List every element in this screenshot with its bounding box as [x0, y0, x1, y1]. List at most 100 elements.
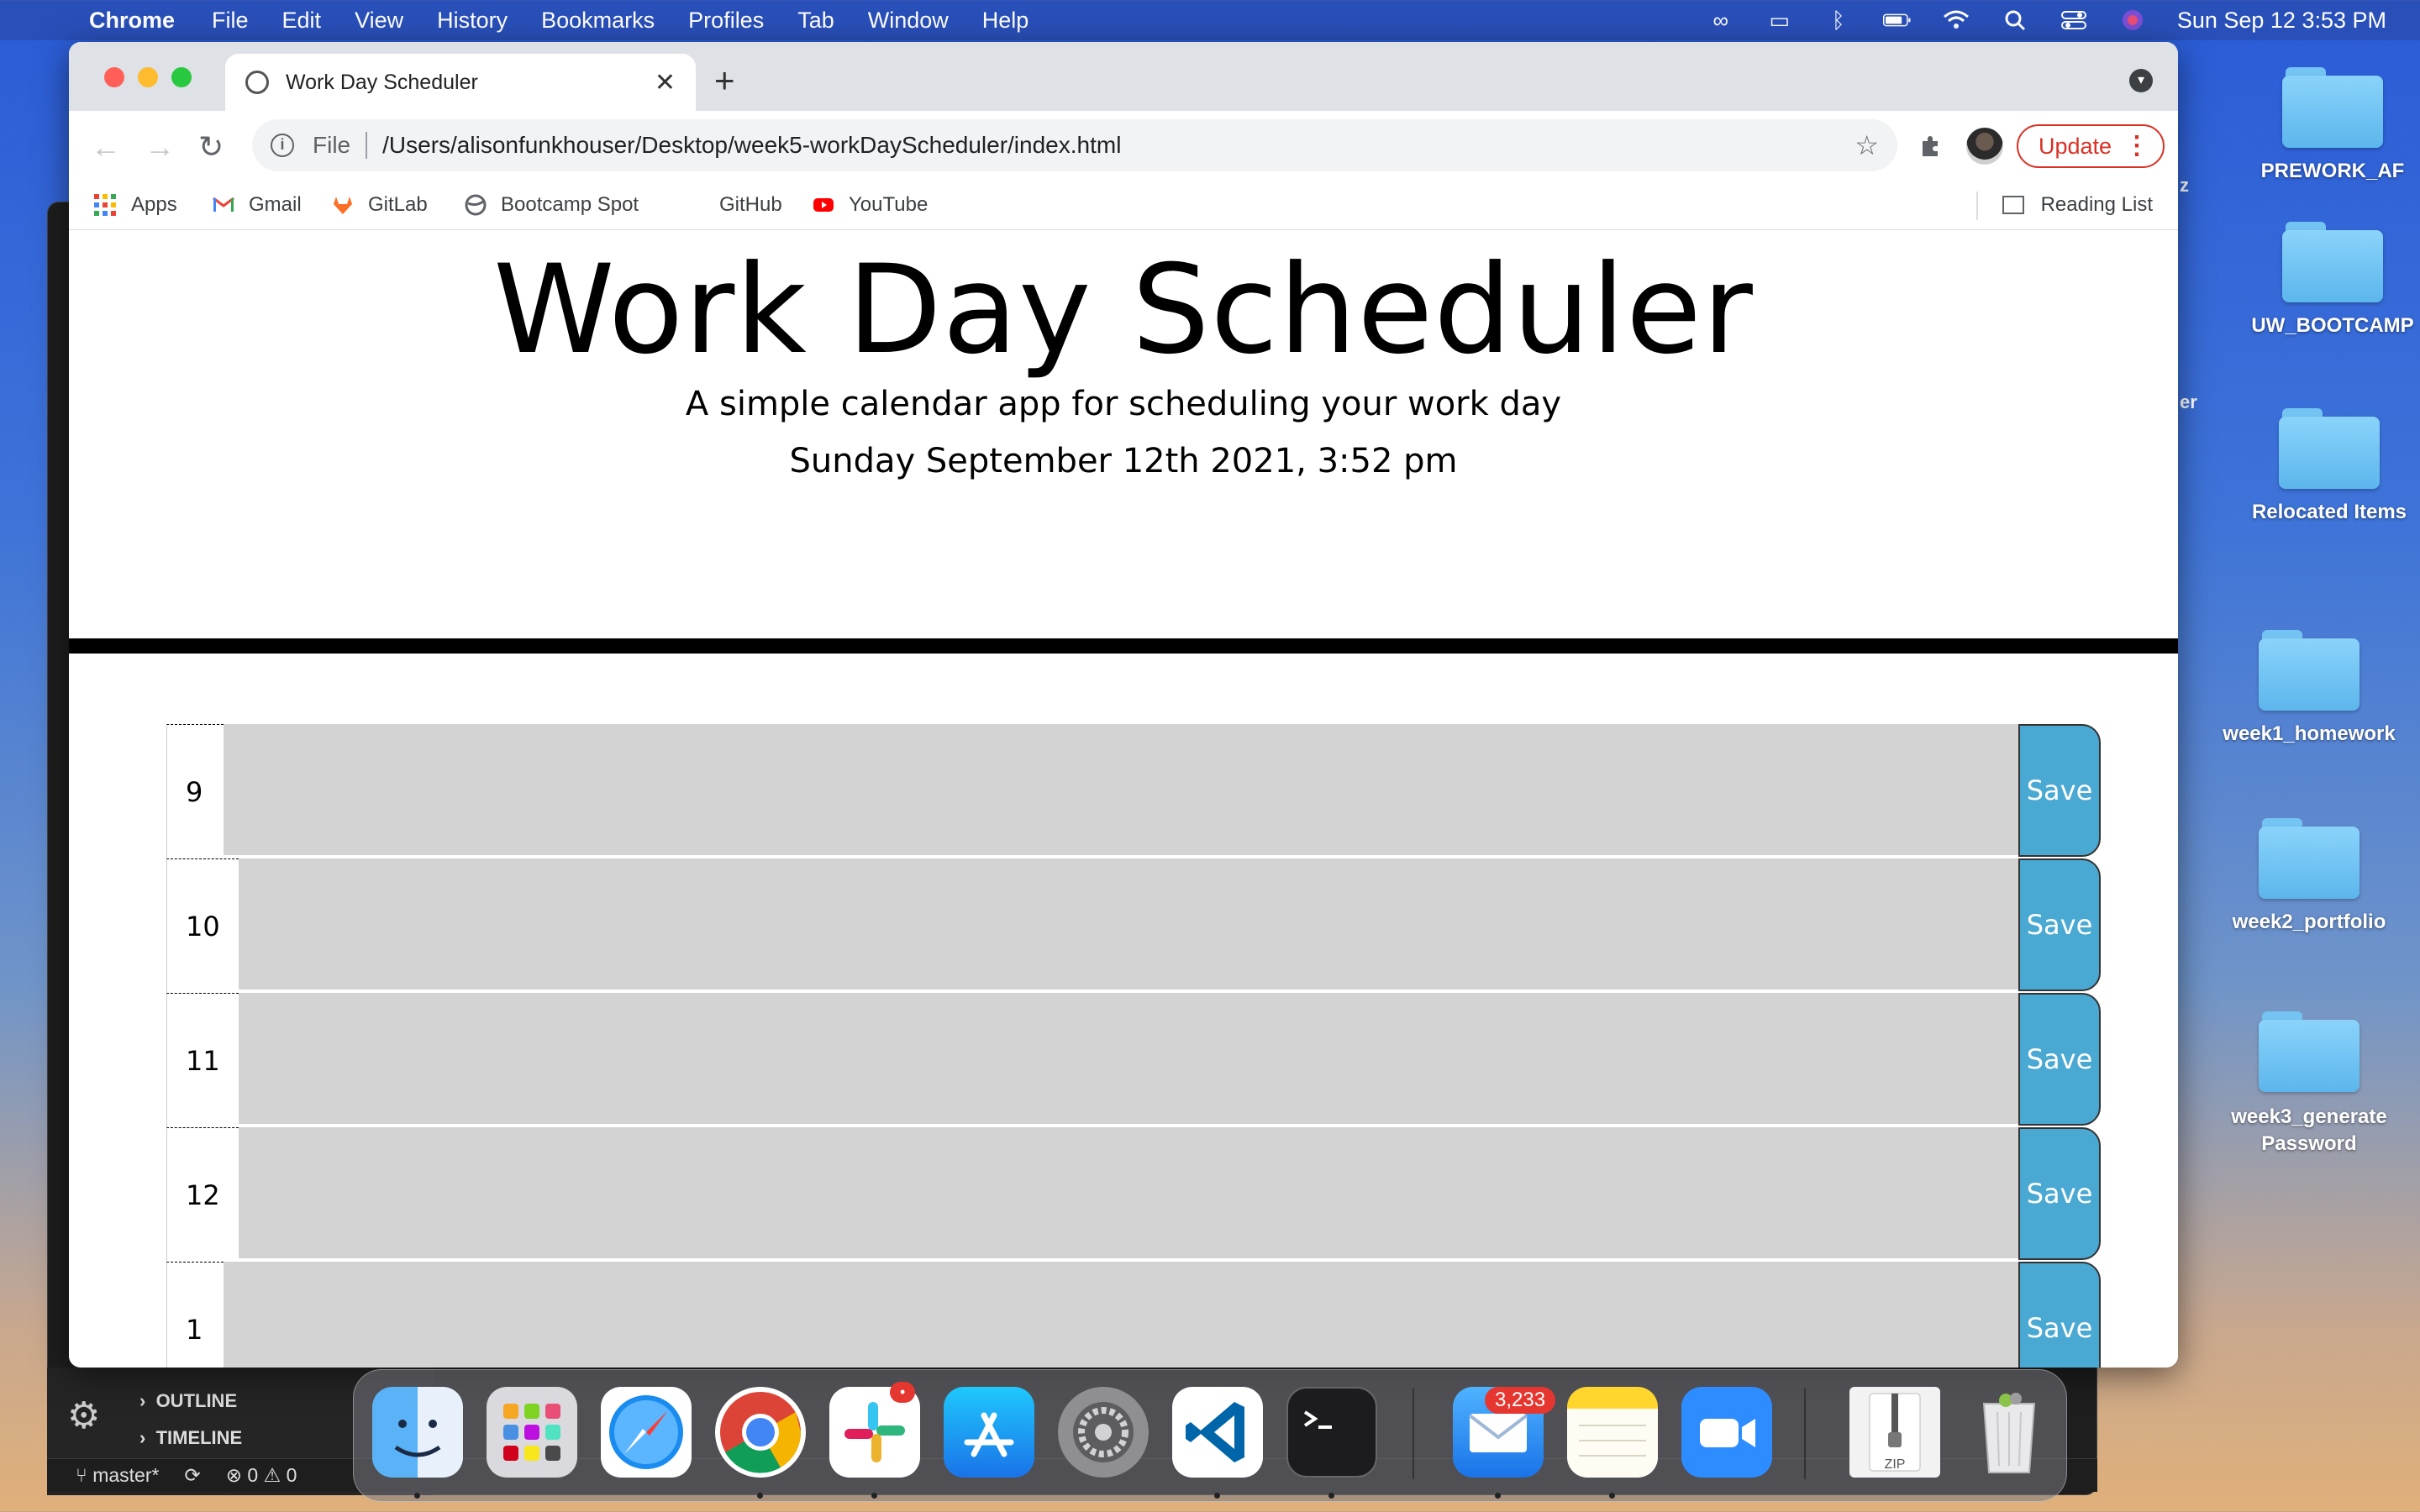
new-tab-button[interactable]: +: [714, 60, 735, 101]
sync-icon[interactable]: ⟳: [184, 1464, 200, 1487]
wifi-icon[interactable]: [1942, 8, 1970, 32]
bookmark-star-icon[interactable]: ☆: [1854, 129, 1879, 161]
zoom-camera-icon: [1700, 1419, 1755, 1447]
desktop-folder-week3[interactable]: week3_generatePassword: [2217, 1011, 2402, 1158]
vscode-problems[interactable]: ⊗ 0 ⚠ 0: [226, 1464, 297, 1487]
desktop-folder-label: UW_BOOTCAMP: [2251, 314, 2414, 337]
siri-icon[interactable]: [2118, 8, 2147, 32]
dock-app-store[interactable]: [944, 1387, 1034, 1478]
description-textarea[interactable]: [224, 1262, 2018, 1368]
dock-archive[interactable]: ZIP: [1849, 1387, 1940, 1478]
folder-icon: [2259, 1011, 2360, 1092]
update-label: Update: [2039, 133, 2112, 159]
running-indicator: [871, 1493, 877, 1499]
notes-icon: [1579, 1425, 1646, 1457]
description-textarea[interactable]: [239, 993, 2018, 1126]
tab-search-icon[interactable]: ▾: [2129, 69, 2153, 92]
dock-zoom[interactable]: [1681, 1387, 1772, 1478]
dock-vscode[interactable]: [1172, 1387, 1263, 1478]
menu-app-name[interactable]: Chrome: [89, 8, 175, 34]
description-textarea[interactable]: [239, 1127, 2018, 1260]
dock-trash[interactable]: [1964, 1387, 2054, 1478]
folder-icon: [2282, 222, 2383, 302]
forward-arrow-icon[interactable]: →: [145, 129, 175, 165]
vscode-gear-icon[interactable]: ⚙: [67, 1394, 100, 1437]
dock-separator: [1413, 1389, 1414, 1479]
jumbotron-header: Work Day Scheduler A simple calendar app…: [69, 230, 2178, 654]
close-window-button[interactable]: [104, 67, 124, 87]
display-icon[interactable]: ▭: [1765, 8, 1794, 33]
warning-icon: ⚠: [263, 1464, 281, 1486]
save-button[interactable]: Save: [2018, 858, 2101, 991]
bookmark-bootcamp-spot[interactable]: Bootcamp Spot: [464, 193, 639, 217]
dock-safari[interactable]: [601, 1387, 692, 1478]
back-arrow-icon[interactable]: ←: [91, 129, 121, 165]
save-button[interactable]: Save: [2018, 993, 2101, 1126]
desktop-partial-label: z: [2180, 175, 2189, 196]
save-button[interactable]: Save: [2018, 1262, 2101, 1368]
menu-edit[interactable]: Edit: [282, 8, 322, 34]
save-button[interactable]: Save: [2018, 724, 2101, 857]
bookmark-gmail[interactable]: Gmail: [212, 193, 302, 217]
menu-history[interactable]: History: [437, 8, 508, 34]
desktop-folder-relocated-items[interactable]: Relocated Items: [2237, 408, 2420, 524]
page-lead: A simple calendar app for scheduling you…: [685, 385, 1562, 423]
creative-cloud-icon[interactable]: ∞: [1707, 8, 1735, 33]
menu-tab[interactable]: Tab: [797, 8, 834, 34]
reading-list-button[interactable]: Reading List: [2002, 193, 2153, 217]
browser-tab-active[interactable]: Work Day Scheduler ✕: [225, 54, 696, 111]
description-textarea[interactable]: [224, 724, 2018, 857]
info-icon[interactable]: i: [271, 134, 294, 157]
menu-profiles[interactable]: Profiles: [688, 8, 764, 34]
menu-help[interactable]: Help: [982, 8, 1029, 34]
minimize-window-button[interactable]: [138, 67, 158, 87]
dock-chrome[interactable]: [715, 1387, 806, 1478]
dock-launchpad[interactable]: [487, 1387, 577, 1478]
bookmarks-divider: [1976, 192, 1978, 220]
bookmark-apps[interactable]: Apps: [94, 193, 177, 217]
menu-window[interactable]: Window: [868, 8, 949, 34]
launchpad-grid-icon: [503, 1404, 560, 1461]
dock-finder[interactable]: [372, 1387, 463, 1478]
gmail-icon: [213, 197, 234, 212]
address-divider: [366, 132, 368, 159]
tab-strip: Work Day Scheduler ✕ + ▾: [69, 42, 2178, 111]
profile-avatar[interactable]: [1966, 128, 2003, 165]
dock-terminal[interactable]: [1286, 1387, 1377, 1478]
bookmark-github[interactable]: GitHub: [719, 193, 782, 217]
battery-icon[interactable]: [1882, 8, 1912, 32]
dock-notes[interactable]: [1567, 1387, 1658, 1478]
vscode-branch[interactable]: ⑂ master*: [76, 1464, 159, 1487]
menu-file[interactable]: File: [212, 8, 249, 34]
current-day: Sunday September 12th 2021, 3:52 pm: [789, 442, 1458, 480]
menu-clock[interactable]: Sun Sep 12 3:53 PM: [2177, 8, 2386, 34]
dock-separator: [1804, 1389, 1806, 1479]
save-button[interactable]: Save: [2018, 1127, 2101, 1260]
extensions-puzzle-icon[interactable]: [1918, 133, 1944, 166]
update-chrome-button[interactable]: Update ⋮: [2017, 124, 2165, 168]
desktop-folder-week1[interactable]: week1_homework: [2217, 630, 2402, 746]
desktop-folder-prework[interactable]: PREWORK_AF: [2240, 67, 2420, 183]
spotlight-search-icon[interactable]: [2001, 8, 2029, 32]
description-textarea[interactable]: [239, 858, 2018, 991]
gitlab-icon: [334, 197, 352, 214]
address-url[interactable]: /Users/alisonfunkhouser/Desktop/week5-wo…: [382, 132, 1121, 159]
address-bar[interactable]: i File /Users/alisonfunkhouser/Desktop/w…: [252, 119, 1897, 171]
youtube-icon: [813, 198, 834, 212]
desktop-folder-week2[interactable]: week2_portfolio: [2217, 818, 2402, 934]
reload-icon[interactable]: ↻: [198, 129, 224, 165]
dock-system-preferences[interactable]: [1058, 1387, 1149, 1478]
bluetooth-icon[interactable]: ᛒ: [1824, 8, 1853, 33]
bookmark-youtube[interactable]: YouTube: [812, 193, 928, 217]
vscode-timeline-section[interactable]: › TIMELINE: [139, 1427, 242, 1449]
running-indicator: [414, 1493, 420, 1499]
bookmark-gitlab[interactable]: GitLab: [331, 193, 428, 217]
close-tab-icon[interactable]: ✕: [655, 68, 676, 97]
menu-view[interactable]: View: [355, 8, 403, 34]
maximize-window-button[interactable]: [171, 67, 192, 87]
hour-label: 12: [166, 1127, 239, 1262]
desktop-folder-uw-bootcamp[interactable]: UW_BOOTCAMP: [2240, 222, 2420, 338]
control-center-icon[interactable]: [2060, 8, 2088, 32]
menu-bookmarks[interactable]: Bookmarks: [541, 8, 655, 34]
vscode-outline-section[interactable]: › OUTLINE: [139, 1390, 237, 1412]
